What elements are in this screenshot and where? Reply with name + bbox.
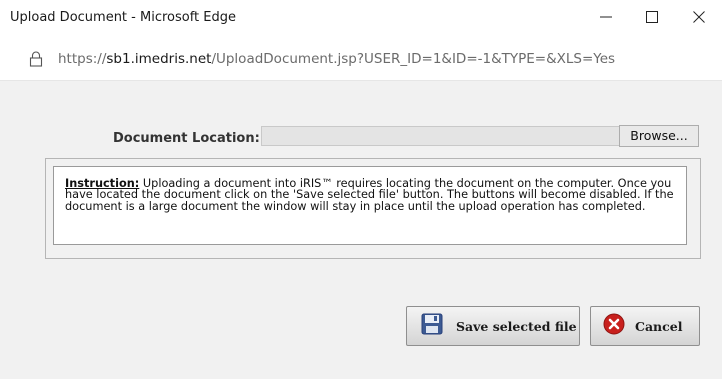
title-bar: Upload Document - Microsoft Edge bbox=[0, 0, 722, 38]
maximize-button[interactable] bbox=[629, 0, 675, 38]
maximize-icon bbox=[646, 10, 658, 28]
window-title: Upload Document - Microsoft Edge bbox=[10, 10, 236, 25]
instruction-panel: Instruction: Uploading a document into i… bbox=[45, 158, 701, 259]
save-selected-file-button[interactable]: Save selected file bbox=[406, 306, 580, 346]
instruction-box: Instruction: Uploading a document into i… bbox=[53, 166, 687, 245]
url-host: sb1.imedris.net bbox=[106, 51, 212, 67]
file-path-field[interactable] bbox=[261, 126, 620, 146]
upload-form: Document Location: Browse... Instruction… bbox=[0, 81, 722, 379]
save-button-label: Save selected file bbox=[456, 318, 577, 334]
browse-button[interactable]: Browse... bbox=[619, 125, 699, 147]
address-bar[interactable]: https://sb1.imedris.net/UploadDocument.j… bbox=[0, 38, 722, 81]
lock-icon[interactable] bbox=[29, 51, 43, 67]
close-button[interactable] bbox=[676, 0, 722, 38]
url-text[interactable]: https://sb1.imedris.net/UploadDocument.j… bbox=[58, 51, 615, 67]
instruction-text: Instruction: Uploading a document into i… bbox=[65, 178, 686, 212]
document-location-label: Document Location: bbox=[113, 131, 260, 146]
cancel-icon bbox=[603, 313, 625, 340]
close-icon bbox=[693, 10, 705, 28]
url-path: /UploadDocument.jsp?USER_ID=1&ID=-1&TYPE… bbox=[211, 51, 616, 67]
minimize-icon bbox=[600, 10, 612, 28]
cancel-button[interactable]: Cancel bbox=[590, 306, 700, 346]
instruction-body: Uploading a document into iRIS™ requires… bbox=[65, 177, 674, 213]
url-scheme: https:// bbox=[58, 51, 107, 67]
floppy-disk-icon bbox=[421, 313, 443, 340]
minimize-button[interactable] bbox=[583, 0, 629, 38]
cancel-button-label: Cancel bbox=[635, 318, 683, 334]
